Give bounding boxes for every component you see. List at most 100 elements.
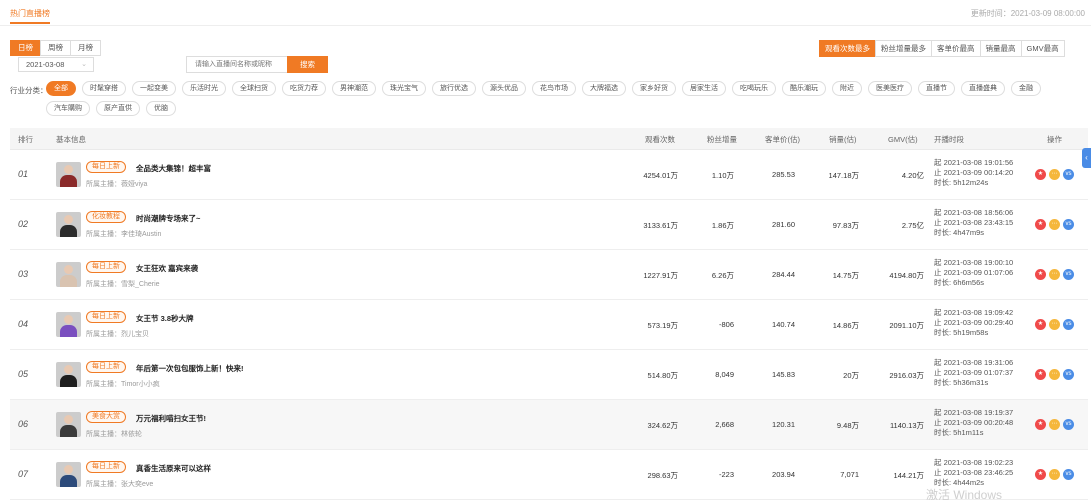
tab-most-views[interactable]: 观看次数最多 [819, 40, 876, 57]
industry-tag[interactable]: 全部 [46, 81, 76, 96]
industry-tag[interactable]: 居家生活 [682, 81, 726, 96]
industry-tag[interactable]: 附近 [832, 81, 862, 96]
tab-highest-price[interactable]: 客单价最高 [931, 40, 981, 57]
more-icon[interactable]: ⋯ [1049, 369, 1060, 380]
more-icon[interactable]: ⋯ [1049, 269, 1060, 280]
col-views[interactable]: 观看次数 [645, 134, 675, 145]
tab-weekly[interactable]: 周榜 [40, 40, 71, 56]
more-icon[interactable]: ⋯ [1049, 469, 1060, 480]
more-icon[interactable]: ⋯ [1049, 319, 1060, 330]
table-header: 排行 基本信息 观看次数 粉丝增量 客单价(估) 销量(估) GMV(估) 开播… [10, 128, 1088, 150]
compare-vs-icon[interactable]: vs [1063, 319, 1074, 330]
cell-sales: 20万 [843, 371, 859, 380]
industry-tag[interactable]: 直播盛典 [961, 81, 1005, 96]
avatar[interactable] [56, 312, 81, 337]
more-icon[interactable]: ⋯ [1049, 419, 1060, 430]
cell-fans: 1.10万 [711, 171, 734, 180]
page-title[interactable]: 热门直播榜 [10, 8, 50, 19]
industry-tag[interactable]: 珠光宝气 [382, 81, 426, 96]
favorite-icon[interactable]: ★ [1035, 369, 1046, 380]
industry-tag[interactable]: 时髦穿搭 [82, 81, 126, 96]
table-row[interactable]: 02 化妆教程 时尚潮牌专场来了~ 所属主播：李佳琦Austin 3133.61万 1.8… [10, 200, 1088, 250]
industry-tag[interactable]: 金融 [1011, 81, 1041, 96]
rank-number: 04 [18, 319, 29, 329]
search-input[interactable] [186, 56, 287, 73]
tab-most-fans[interactable]: 粉丝增量最多 [875, 40, 932, 57]
favorite-icon[interactable]: ★ [1035, 269, 1046, 280]
industry-tag[interactable]: 酷乐潮玩 [782, 81, 826, 96]
live-title[interactable]: 时尚潮牌专场来了~ [136, 213, 200, 224]
live-title[interactable]: 真香生活原来可以这样 [136, 463, 211, 474]
industry-tag[interactable]: 汽车購购 [46, 101, 90, 116]
start-time: 起 2021-03-08 19:31:06 [934, 358, 1014, 367]
live-title[interactable]: 全品类大集锦！超丰富 [136, 163, 211, 174]
avatar[interactable] [56, 412, 81, 437]
tab-daily[interactable]: 日榜 [10, 40, 41, 56]
tab-highest-gmv[interactable]: GMV最高 [1020, 40, 1065, 57]
anchor-name[interactable]: 烈儿宝贝 [121, 331, 149, 338]
compare-vs-icon[interactable]: vs [1063, 419, 1074, 430]
tab-monthly[interactable]: 月榜 [70, 40, 101, 56]
anchor-prefix: 所属主播： [86, 181, 121, 188]
compare-vs-icon[interactable]: vs [1063, 469, 1074, 480]
table-row[interactable]: 03 每日上新 女王狂欢 嘉宾来袭 所属主播：雪梨_Cherie 1227.91万 6.2… [10, 250, 1088, 300]
industry-tag[interactable]: 直播节 [918, 81, 955, 96]
compare-vs-icon[interactable]: vs [1063, 169, 1074, 180]
industry-tag[interactable]: 旅行优选 [432, 81, 476, 96]
industry-tag[interactable]: 医美医疗 [868, 81, 912, 96]
industry-tag[interactable]: 原产直供 [96, 101, 140, 116]
industry-tag[interactable]: 源头优品 [482, 81, 526, 96]
favorite-icon[interactable]: ★ [1035, 219, 1046, 230]
industry-tag[interactable]: 花鸟市场 [532, 81, 576, 96]
more-icon[interactable]: ⋯ [1049, 169, 1060, 180]
live-title[interactable]: 女王狂欢 嘉宾来袭 [136, 263, 198, 274]
live-title[interactable]: 万元福利喵扫女王节! [136, 413, 206, 424]
avatar[interactable] [56, 262, 81, 287]
table-row[interactable]: 06 美食大赏 万元福利喵扫女王节! 所属主播：林依轮 324.62万 2,668 120.… [10, 400, 1088, 450]
avatar[interactable] [56, 362, 81, 387]
industry-tag[interactable]: 乐活时光 [182, 81, 226, 96]
avatar[interactable] [56, 212, 81, 237]
industry-tag[interactable]: 吃喝玩乐 [732, 81, 776, 96]
col-sales[interactable]: 销量(估) [829, 134, 857, 145]
live-title[interactable]: 女王节 3.8秒大牌 [136, 313, 194, 324]
cell-sales: 7,071 [840, 470, 859, 479]
industry-tag[interactable]: 吃货力荐 [282, 81, 326, 96]
date-picker[interactable]: 2021-03-08 ⌄ [18, 57, 94, 72]
tab-highest-sales[interactable]: 销量最高 [979, 40, 1022, 57]
anchor-name[interactable]: 李佳琦Austin [121, 231, 161, 238]
favorite-icon[interactable]: ★ [1035, 469, 1046, 480]
avatar[interactable] [56, 462, 81, 487]
col-fans[interactable]: 粉丝增量 [707, 134, 737, 145]
industry-tag[interactable]: 优脑 [146, 101, 176, 116]
col-gmv[interactable]: GMV(估) [888, 134, 918, 145]
anchor-name[interactable]: Timor小小疯 [121, 381, 160, 388]
industry-tag[interactable]: 家乡好货 [632, 81, 676, 96]
table-row[interactable]: 05 每日上新 年后第一次包包服饰上新！快来! 所属主播：Timor小小疯 514.80… [10, 350, 1088, 400]
table-row[interactable]: 01 每日上新 全品类大集锦！超丰富 所属主播：薇娅viya 4254.01万 1.10万… [10, 150, 1088, 200]
col-price[interactable]: 客单价(估) [765, 134, 800, 145]
compare-vs-icon[interactable]: vs [1063, 369, 1074, 380]
favorite-icon[interactable]: ★ [1035, 419, 1046, 430]
search-button[interactable]: 搜索 [287, 56, 328, 73]
anchor-name[interactable]: 薇娅viya [121, 181, 147, 188]
industry-tag[interactable]: 全球扫货 [232, 81, 276, 96]
live-title[interactable]: 年后第一次包包服饰上新！快来! [136, 363, 244, 374]
industry-tag[interactable]: 男神潮范 [332, 81, 376, 96]
anchor-name[interactable]: 张大奕eve [121, 481, 153, 488]
anchor-name[interactable]: 林依轮 [121, 431, 142, 438]
cell-price: 120.31 [772, 420, 795, 429]
cell-sales: 97.83万 [832, 221, 859, 230]
industry-tag[interactable]: 一起变美 [132, 81, 176, 96]
favorite-icon[interactable]: ★ [1035, 319, 1046, 330]
compare-vs-icon[interactable]: vs [1063, 219, 1074, 230]
industry-tag[interactable]: 大牌福选 [582, 81, 626, 96]
collapse-panel-icon[interactable]: ‹ [1082, 148, 1091, 168]
avatar[interactable] [56, 162, 81, 187]
more-icon[interactable]: ⋯ [1049, 219, 1060, 230]
period-tabs: 日榜 周榜 月榜 [10, 40, 101, 56]
table-row[interactable]: 04 每日上新 女王节 3.8秒大牌 所属主播：烈儿宝贝 573.19万 -806 140.… [10, 300, 1088, 350]
anchor-name[interactable]: 雪梨_Cherie [121, 281, 160, 288]
compare-vs-icon[interactable]: vs [1063, 269, 1074, 280]
favorite-icon[interactable]: ★ [1035, 169, 1046, 180]
